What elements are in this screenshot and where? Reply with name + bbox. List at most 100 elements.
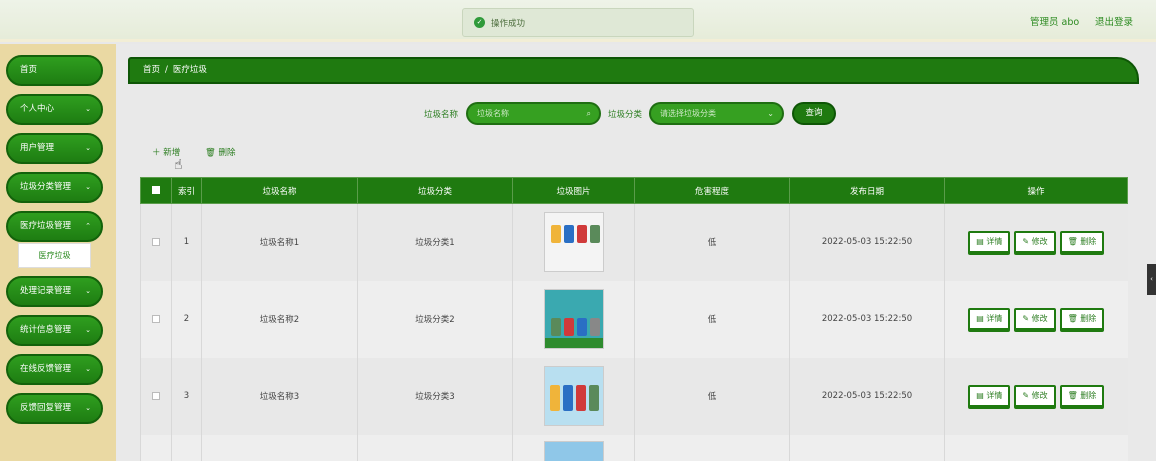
waste-image[interactable] (543, 440, 604, 461)
sidebar-item-medical-waste[interactable]: 医疗垃圾管理 ⌃ (6, 211, 103, 242)
chevron-down-icon: ⌄ (85, 144, 91, 152)
row-name: 垃圾名称2 (201, 280, 358, 358)
row-select-cell[interactable] (140, 280, 172, 358)
sidebar-item-feedback[interactable]: 在线反馈管理 ⌄ (6, 354, 103, 385)
row-select-cell[interactable] (140, 357, 172, 435)
row-index (171, 434, 202, 461)
detail-button[interactable]: ▤ 详情 (968, 385, 1011, 407)
waste-image[interactable] (543, 289, 604, 349)
detail-icon: ▤ (976, 314, 987, 323)
detail-button[interactable]: ▤ 详情 (968, 231, 1011, 254)
table-row: 1 垃圾名称1 垃圾分类1 低 2022-05-03 15:22:50 ▤ 详情… (140, 203, 1128, 281)
row-category: 垃圾分类1 (357, 203, 513, 281)
delete-label: 删除 (1080, 314, 1097, 323)
select-all-cell[interactable] (140, 177, 172, 204)
edit-label: 修改 (1031, 391, 1048, 400)
sidebar-item-category-management[interactable]: 垃圾分类管理 ⌄ (6, 172, 103, 203)
sidebar-item-label: 垃圾分类管理 (20, 182, 72, 192)
row-checkbox[interactable] (152, 391, 160, 400)
row-actions (944, 434, 1128, 461)
row-image-cell (512, 203, 635, 281)
sidebar-item-statistics[interactable]: 统计信息管理 ⌄ (6, 315, 103, 346)
edit-icon: ✎ (1022, 237, 1032, 247)
name-search-placeholder: 垃圾名称 (477, 109, 509, 118)
delete-button[interactable]: 🗑 删除 (1059, 231, 1105, 254)
row-checkbox[interactable] (152, 314, 160, 323)
row-index: 2 (171, 280, 202, 358)
row-level: 低 (634, 203, 790, 281)
category-label: 垃圾分类 (608, 110, 643, 120)
sidebar-item-feedback-reply[interactable]: 反馈回复管理 ⌄ (6, 393, 103, 424)
sidebar-item-home[interactable]: 首页 (6, 55, 103, 86)
header-name: 垃圾名称 (201, 177, 358, 204)
logout-link[interactable]: 退出登录 (1095, 14, 1133, 28)
chevron-down-icon: ⌄ (85, 404, 91, 412)
bulk-delete-label: 删除 (218, 148, 236, 158)
header-actions: 操作 (944, 177, 1128, 204)
trash-icon: 🗑 (1067, 314, 1081, 323)
category-placeholder: 请选择垃圾分类 (660, 109, 716, 118)
chevron-up-icon: ⌃ (85, 222, 91, 230)
edit-button[interactable]: ✎ 修改 (1014, 385, 1056, 407)
row-level: 低 (634, 357, 790, 435)
row-select-cell (140, 434, 172, 461)
success-toast: ✓ 操作成功 (462, 8, 694, 37)
header-date: 发布日期 (789, 177, 945, 204)
sidebar-item-label: 反馈回复管理 (20, 403, 72, 413)
detail-button[interactable]: ▤ 详情 (968, 308, 1011, 330)
detail-label: 详情 (986, 237, 1003, 247)
header-index: 索引 (171, 177, 202, 204)
sidebar-item-user-management[interactable]: 用户管理 ⌄ (6, 133, 103, 164)
sidebar-item-personal-center[interactable]: 个人中心 ⌄ (6, 94, 103, 125)
category-select[interactable]: 请选择垃圾分类 ⌄ (649, 102, 784, 125)
breadcrumb-home[interactable]: 首页 (143, 65, 160, 75)
breadcrumb-current: 医疗垃圾 (172, 65, 207, 75)
trash-icon: 🗑 (1067, 237, 1081, 247)
delete-label: 删除 (1080, 237, 1097, 247)
sidebar-item-process-records[interactable]: 处理记录管理 ⌄ (6, 276, 103, 307)
top-bar: ✓ 操作成功 管理员 abo 退出登录 (0, 0, 1156, 42)
row-category: 垃圾分类3 (357, 357, 513, 435)
search-icon: ⌕ (586, 109, 591, 118)
edit-button[interactable]: ✎ 修改 (1014, 231, 1056, 254)
header-image: 垃圾图片 (512, 177, 635, 204)
sidebar-item-label: 首页 (20, 65, 38, 75)
bulk-delete-button[interactable]: 🗑 删除 (205, 146, 236, 158)
sidebar-subitem-medical-waste[interactable]: 医疗垃圾 (18, 243, 91, 268)
detail-label: 详情 (986, 391, 1003, 400)
edit-button[interactable]: ✎ 修改 (1014, 308, 1056, 330)
select-all-checkbox[interactable] (152, 186, 160, 194)
edit-label: 修改 (1031, 237, 1048, 247)
row-level: 低 (634, 280, 790, 358)
delete-label: 删除 (1080, 391, 1097, 400)
row-select-cell[interactable] (140, 203, 172, 281)
row-date (789, 434, 945, 461)
waste-image[interactable] (543, 366, 604, 426)
row-image-cell (512, 280, 635, 358)
query-button[interactable]: 查询 (792, 102, 836, 125)
sidebar-item-label: 用户管理 (20, 143, 55, 153)
chevron-down-icon: ⌄ (85, 183, 91, 191)
table-row: 3 垃圾名称3 垃圾分类3 低 2022-05-03 15:22:50 ▤ 详情… (140, 357, 1128, 435)
trash-icon: 🗑 (1067, 391, 1081, 400)
side-toggle-handle[interactable]: ‹ (1147, 264, 1156, 295)
row-date: 2022-05-03 15:22:50 (789, 280, 945, 358)
waste-image[interactable] (543, 212, 604, 273)
chevron-down-icon: ⌄ (767, 109, 774, 118)
name-search-input[interactable]: 垃圾名称 ⌕ (466, 102, 601, 125)
row-index: 3 (171, 357, 202, 435)
pointer-cursor-icon: ☝ (174, 157, 183, 173)
table-row: 2 垃圾名称2 垃圾分类2 低 2022-05-03 15:22:50 ▤ 详情… (140, 280, 1128, 358)
chevron-down-icon: ⌄ (85, 105, 91, 113)
delete-button[interactable]: 🗑 删除 (1059, 385, 1105, 407)
row-image-cell (512, 434, 635, 461)
row-checkbox[interactable] (152, 237, 160, 246)
sidebar-item-label: 在线反馈管理 (20, 364, 72, 374)
edit-icon: ✎ (1022, 391, 1032, 400)
toast-text: 操作成功 (491, 18, 526, 29)
row-category: 垃圾分类2 (357, 280, 513, 358)
delete-button[interactable]: 🗑 删除 (1059, 308, 1105, 330)
trash-icon: 🗑 (205, 148, 219, 158)
row-actions: ▤ 详情 ✎ 修改 🗑 删除 (944, 280, 1128, 358)
table-row (140, 434, 1128, 461)
